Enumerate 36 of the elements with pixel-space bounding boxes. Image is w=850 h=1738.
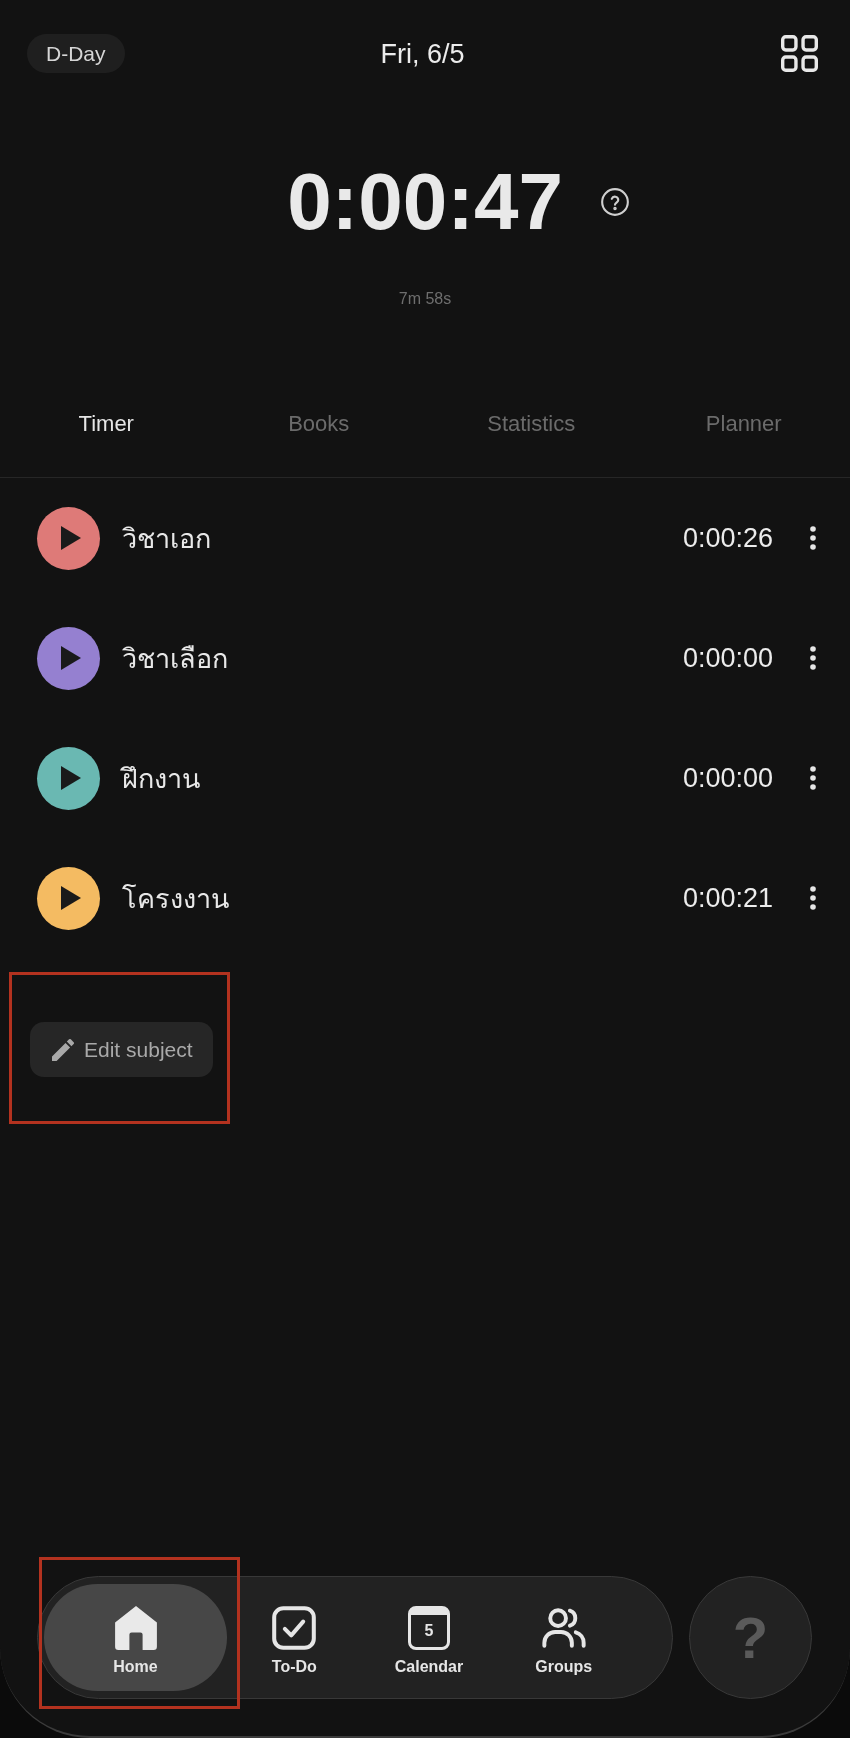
help-icon[interactable] — [600, 188, 629, 216]
edit-subject-button[interactable]: Edit subject — [30, 1022, 213, 1077]
pencil-icon — [52, 1038, 74, 1061]
people-icon — [541, 1605, 586, 1650]
play-icon — [61, 646, 81, 670]
d-day-button[interactable]: D-Day — [27, 34, 125, 73]
tab[interactable]: Books — [212, 395, 425, 477]
subject-time: 0:00:00 — [682, 762, 773, 794]
subject-name: โครงงาน — [122, 882, 230, 916]
subject-name: ฝึกงาน — [122, 762, 201, 796]
subject-time: 0:00:26 — [682, 522, 773, 554]
more-icon[interactable] — [810, 886, 816, 910]
elapsed-time: 0:00:47 — [287, 156, 563, 248]
date-label: Fri, 6/5 — [380, 37, 465, 71]
subject-name: วิชาเอก — [122, 522, 212, 556]
calendar-icon: 5 — [408, 1605, 450, 1650]
nav-tab[interactable]: To-Do — [227, 1584, 362, 1691]
nav-tab[interactable]: 5 Calendar — [361, 1584, 497, 1691]
play-icon — [61, 886, 81, 910]
home-icon — [113, 1605, 158, 1650]
tab[interactable]: Timer — [0, 395, 213, 477]
play-icon — [61, 766, 81, 790]
subject-time: 0:00:21 — [682, 882, 773, 914]
subject-name: วิชาเลือก — [122, 642, 229, 676]
play-icon — [61, 526, 81, 550]
more-icon[interactable] — [810, 646, 816, 670]
checkbox-icon — [272, 1605, 317, 1650]
more-icon[interactable] — [810, 526, 816, 550]
time-label: 7m 58s — [398, 289, 452, 309]
subject-time: 0:00:00 — [682, 642, 773, 674]
tab[interactable]: Planner — [637, 395, 850, 477]
nav-tab[interactable]: Home — [44, 1584, 227, 1691]
tab[interactable]: Statistics — [425, 395, 638, 477]
grid-menu-icon[interactable] — [781, 35, 818, 72]
more-icon[interactable] — [810, 766, 816, 790]
nav-tab[interactable]: Groups — [496, 1584, 631, 1691]
